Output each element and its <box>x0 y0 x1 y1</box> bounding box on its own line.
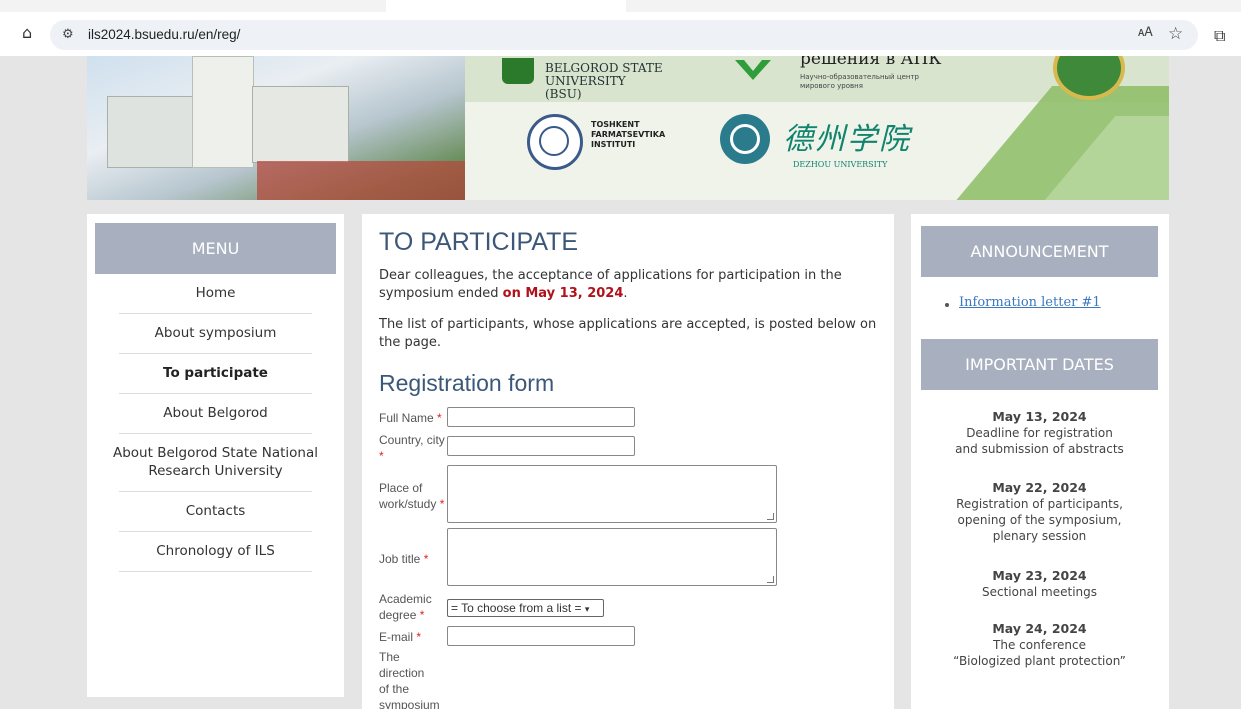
header-banner: BELGOROD STATE UNIVERSITY (BSU) решения … <box>87 56 1169 200</box>
announcement-title: ANNOUNCEMENT <box>921 226 1158 277</box>
full-name-label-text: Full Name <box>379 411 434 425</box>
dezhou-chinese-name: 德州学院 <box>783 122 911 157</box>
date-description: opening of the symposium, <box>957 513 1122 527</box>
required-mark: * <box>419 608 425 622</box>
email-field[interactable] <box>447 626 635 646</box>
date-description: Registration of participants, <box>956 497 1123 511</box>
date-description: “Biologized plant protection” <box>953 654 1126 668</box>
degree-selected-value: = To choose from a list = <box>451 601 582 615</box>
chevron-down-icon: ▾ <box>584 604 590 614</box>
menu-title: MENU <box>95 223 336 274</box>
country-city-field[interactable] <box>447 436 635 456</box>
important-dates-title: IMPORTANT DATES <box>921 339 1158 390</box>
translate-icon[interactable]: 🗚 <box>1138 25 1156 43</box>
date-description: Deadline for registration <box>966 426 1113 440</box>
sidebar-menu: MENU Home About symposium To participate… <box>87 214 344 697</box>
form-title: Registration form <box>379 370 555 396</box>
intro-suffix: . <box>623 286 628 301</box>
information-letter-link[interactable]: Information letter #1 <box>959 295 1101 310</box>
menu-item-contacts[interactable]: Contacts <box>119 492 312 532</box>
page-title: TO PARTICIPATE <box>379 228 579 256</box>
participants-note: The list of participants, whose applicat… <box>379 317 877 350</box>
campus-plaza <box>257 161 467 200</box>
campus-wing-left <box>107 96 199 168</box>
deadline-highlight: on May 13, 2024 <box>502 286 624 301</box>
email-label: E-mail * <box>379 629 447 645</box>
date-entry: May 22, 2024 Registration of participant… <box>921 480 1158 544</box>
country-label-text: Country, city <box>379 433 445 447</box>
dezhou-seal-inner <box>730 124 760 154</box>
extensions-icon[interactable]: ⧉ <box>1214 26 1225 46</box>
country-label: Country, city * <box>379 432 447 464</box>
dezhou-english-name: DEZHOU UNIVERSITY <box>793 160 888 169</box>
direction-label: The direction of the symposium <box>379 650 440 709</box>
main-content: TO PARTICIPATE Dear colleagues, the acce… <box>362 214 894 709</box>
academic-degree-select[interactable]: = To choose from a list = ▾ <box>447 599 604 617</box>
menu-item-about-belgorod[interactable]: About Belgorod <box>119 394 312 434</box>
menu-item-about-symposium[interactable]: About symposium <box>119 314 312 354</box>
job-title-field[interactable] <box>447 528 777 586</box>
date-label: May 23, 2024 <box>992 568 1087 583</box>
bsu-logo <box>502 58 534 84</box>
browser-toolbar: ⌂ ⚙ ils2024.bsuedu.ru/en/reg/ 🗚 ☆ ⧉ <box>0 0 1241 56</box>
home-icon[interactable]: ⌂ <box>22 25 38 41</box>
active-tab[interactable] <box>386 0 626 12</box>
right-sidebar: ANNOUNCEMENT Information letter #1 IMPOR… <box>911 214 1169 709</box>
menu-item-home[interactable]: Home <box>119 274 312 314</box>
place-label: Place of work/study * <box>379 480 447 512</box>
date-label: May 13, 2024 <box>992 409 1087 424</box>
job-title-label: Job title * <box>379 551 447 567</box>
campus-photo <box>87 56 467 200</box>
campus-tower <box>192 56 254 168</box>
partner-logos: BELGOROD STATE UNIVERSITY (BSU) решения … <box>465 56 1169 200</box>
job-title-label-text: Job title <box>379 552 421 566</box>
menu-item-about-university-label: About Belgorod State National Research U… <box>112 445 318 479</box>
required-mark: * <box>416 630 422 644</box>
menu-item-to-participate[interactable]: To participate <box>119 354 312 394</box>
tashkent-name: TOSHKENT FARMATSEVTIKA INSTITUTI <box>591 120 666 149</box>
menu-item-chronology[interactable]: Chronology of ILS <box>119 532 312 572</box>
intro-paragraph: Dear colleagues, the acceptance of appli… <box>379 267 879 303</box>
degree-label: Academic degree * <box>379 591 432 623</box>
resize-handle[interactable] <box>767 576 774 583</box>
noc-title: решения в АПК <box>800 56 942 69</box>
date-description: plenary session <box>992 529 1087 543</box>
date-description: and submission of abstracts <box>955 442 1124 456</box>
bookmark-star-icon[interactable]: ☆ <box>1168 24 1183 44</box>
resize-handle[interactable] <box>767 513 774 520</box>
full-name-field[interactable] <box>447 407 635 427</box>
date-entry: May 23, 2024 Sectional meetings <box>921 568 1158 600</box>
tashkent-seal-inner <box>539 126 569 156</box>
menu-list: Home About symposium To participate Abou… <box>113 274 318 572</box>
full-name-label: Full Name * <box>379 410 447 426</box>
dezhou-seal <box>720 114 770 164</box>
email-label-text: E-mail <box>379 630 414 644</box>
date-entry: May 13, 2024 Deadline for registration a… <box>921 409 1158 457</box>
date-description: Sectional meetings <box>981 585 1098 599</box>
noc-subtitle: Научно-образовательный центр мирового ур… <box>800 73 919 90</box>
place-label-text: Place of work/study <box>379 481 437 511</box>
date-entry: May 24, 2024 The conference “Biologized … <box>921 621 1158 669</box>
campus-wing-right <box>252 86 349 163</box>
required-mark: * <box>423 552 429 566</box>
required-mark: * <box>439 497 445 511</box>
bsu-name-text: BELGOROD STATE UNIVERSITY (BSU) <box>545 61 663 101</box>
required-mark: * <box>379 449 384 463</box>
date-label: May 22, 2024 <box>992 480 1087 495</box>
date-label: May 24, 2024 <box>992 621 1087 636</box>
site-settings-icon[interactable]: ⚙ <box>62 27 74 42</box>
place-of-work-field[interactable] <box>447 465 777 523</box>
address-bar[interactable]: ⚙ ils2024.bsuedu.ru/en/reg/ 🗚 ☆ <box>50 20 1198 50</box>
bullet-icon <box>945 303 949 307</box>
url-text[interactable]: ils2024.bsuedu.ru/en/reg/ <box>88 27 240 42</box>
tashkent-seal <box>527 114 583 170</box>
menu-item-about-university[interactable]: About Belgorod State National Research U… <box>113 434 318 492</box>
date-description: The conference <box>993 638 1086 652</box>
bsu-name: BELGOROD STATE UNIVERSITY (BSU) <box>545 62 665 101</box>
required-mark: * <box>437 411 442 425</box>
